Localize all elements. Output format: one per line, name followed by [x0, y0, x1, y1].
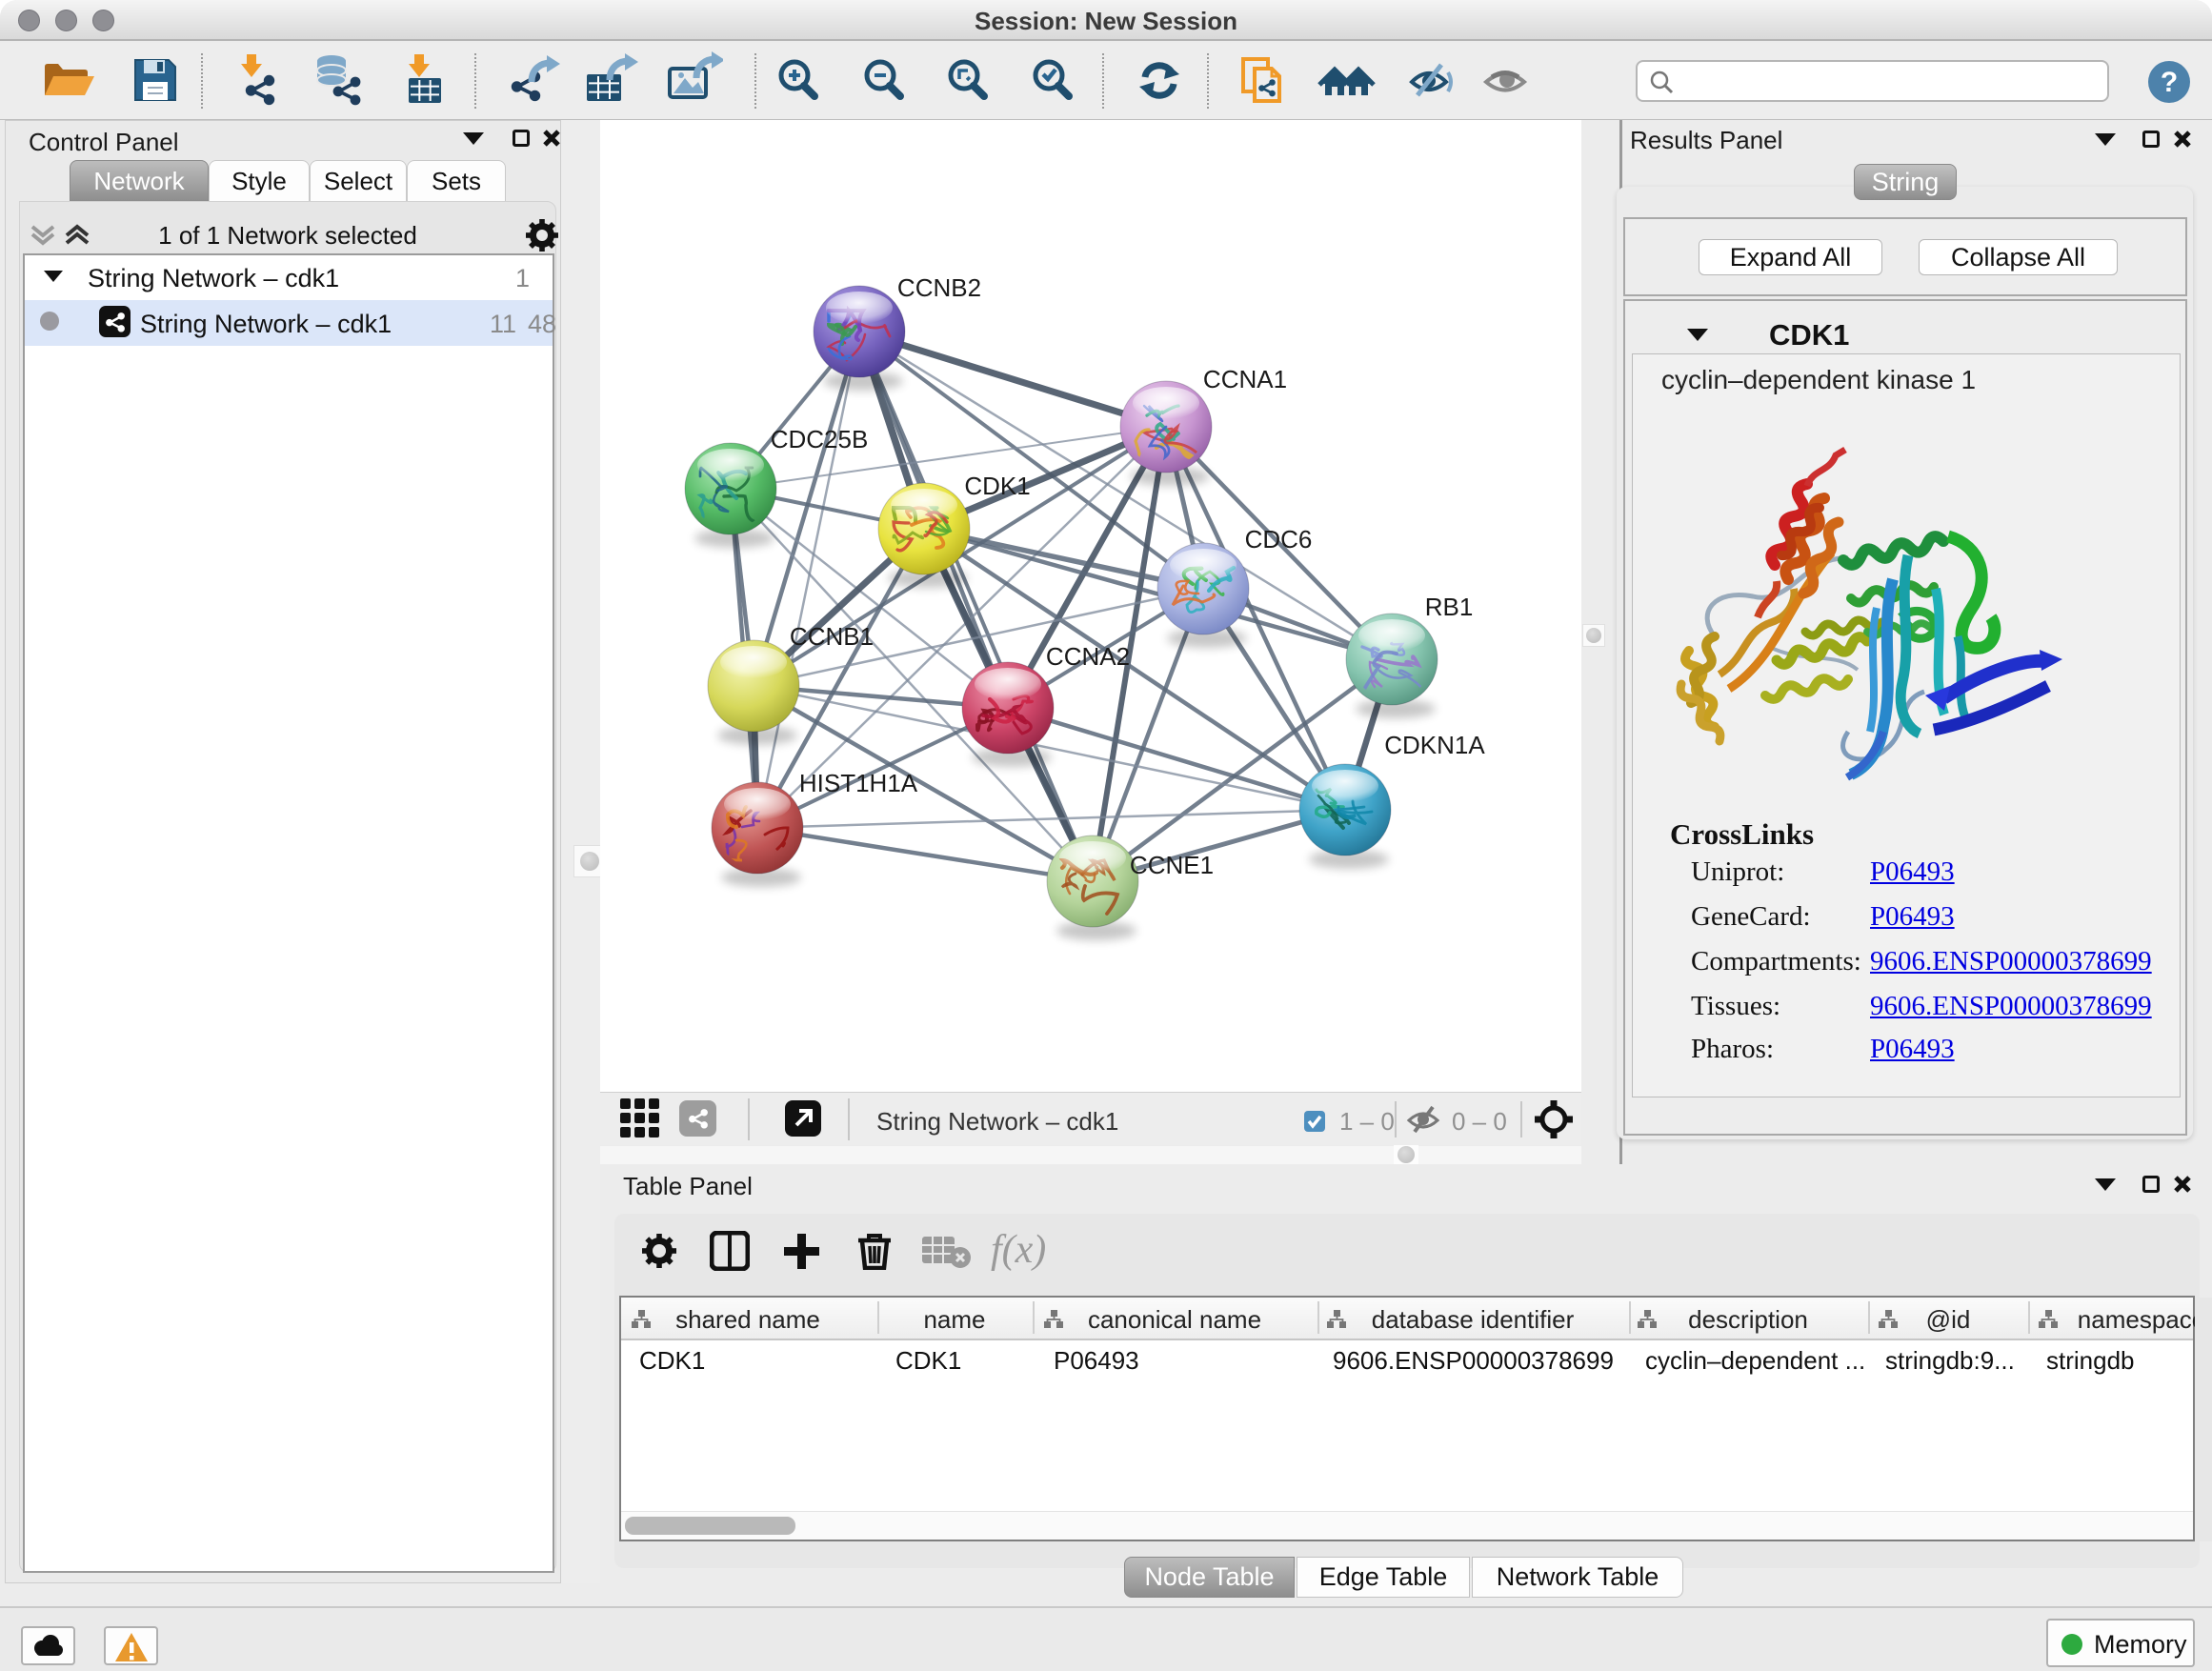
svg-text:CDKN1A: CDKN1A — [1384, 731, 1485, 759]
svg-text:HIST1H1A: HIST1H1A — [799, 769, 918, 797]
svg-text:?: ? — [2161, 67, 2178, 98]
svg-text:CCNA1: CCNA1 — [1203, 365, 1287, 393]
svg-text:CCNE1: CCNE1 — [1130, 851, 1214, 879]
svg-text:CCNA2: CCNA2 — [1046, 642, 1130, 671]
svg-text:CDC6: CDC6 — [1245, 525, 1313, 554]
svg-text:CDC25B: CDC25B — [771, 425, 869, 453]
svg-text:CDK1: CDK1 — [964, 472, 1030, 500]
svg-text:RB1: RB1 — [1425, 593, 1474, 621]
svg-text:CCNB2: CCNB2 — [897, 273, 981, 302]
svg-text:CCNB1: CCNB1 — [790, 622, 874, 651]
